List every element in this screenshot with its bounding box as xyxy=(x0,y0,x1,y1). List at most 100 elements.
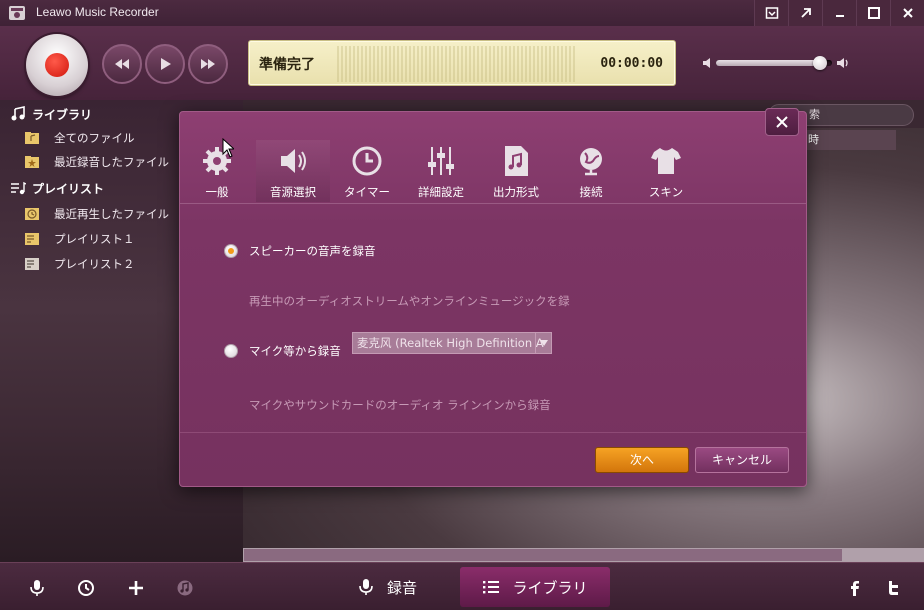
playlist-icon xyxy=(11,181,26,195)
sidebar-item-label: 最近録音したファイル xyxy=(54,155,169,169)
dialog-close-button[interactable] xyxy=(765,108,799,136)
external-link-icon xyxy=(800,8,811,18)
player-bar: 準備完了 00:00:00 xyxy=(0,26,924,100)
speaker-icon xyxy=(281,149,306,173)
music-disc-icon[interactable] xyxy=(176,579,194,597)
tab-label: 出力形式 xyxy=(493,185,539,199)
sidebar-item-all-files[interactable]: 全てのファイル xyxy=(24,128,135,148)
bottom-bar: 録音 ライブラリ xyxy=(0,562,924,610)
share-button[interactable] xyxy=(788,0,822,26)
playlist-file-icon xyxy=(25,233,39,245)
mic-option-description: マイクやサウンドカードのオーディオ ラインインから録音 xyxy=(249,398,551,412)
tab-library-label: ライブラリ xyxy=(512,578,588,597)
tab-label: タイマー xyxy=(344,185,390,199)
sidebar-item-recently-played[interactable]: 最近再生したファイル xyxy=(24,204,169,224)
column-header-time[interactable]: 時 xyxy=(806,130,896,150)
music-file-icon xyxy=(505,146,528,176)
tab-record[interactable]: 録音 xyxy=(318,567,456,607)
sidebar-item-recent-recordings[interactable]: 最近録音したファイル xyxy=(24,152,169,172)
add-icon[interactable] xyxy=(127,579,145,597)
sidebar-item-label: プレイリスト１ xyxy=(54,232,135,246)
clock-folder-icon xyxy=(25,208,39,220)
globe-icon xyxy=(580,148,602,176)
close-icon xyxy=(776,116,788,128)
clock-icon xyxy=(352,146,382,176)
radio-speaker-source[interactable] xyxy=(224,244,238,258)
chevron-down-icon xyxy=(535,333,551,353)
microphone-icon xyxy=(359,579,373,595)
sidebar-item-label: 最近再生したファイル xyxy=(54,207,169,221)
volume-low-icon xyxy=(703,58,710,68)
mic-option-label: マイク等から録音 xyxy=(249,344,341,358)
dialog-footer: 次へ キャンセル xyxy=(180,432,806,486)
minimize-button[interactable] xyxy=(822,0,856,26)
play-button[interactable] xyxy=(145,44,185,84)
maximize-icon xyxy=(867,7,880,19)
tab-label: 音源選択 xyxy=(270,185,316,199)
rewind-icon xyxy=(115,59,129,69)
microphone-icon[interactable] xyxy=(28,579,46,597)
tab-record-label: 録音 xyxy=(386,578,417,597)
tab-label: スキン xyxy=(648,185,684,199)
dialog-content: スピーカーの音声を録音 再生中のオーディオストリームやオンラインミュージックを録… xyxy=(180,206,806,432)
twitter-icon[interactable] xyxy=(884,579,902,597)
tab-output-format[interactable]: 出力形式 xyxy=(479,140,553,202)
radio-mic-source[interactable] xyxy=(224,344,238,358)
next-button[interactable]: 次へ xyxy=(595,447,689,473)
list-icon xyxy=(483,581,500,594)
cancel-button[interactable]: キャンセル xyxy=(695,447,789,473)
tab-library[interactable]: ライブラリ xyxy=(460,567,610,607)
sliders-icon xyxy=(428,147,454,175)
tab-connection[interactable]: 接続 xyxy=(554,140,628,202)
sidebar-item-label: 全てのファイル xyxy=(54,131,135,145)
sidebar-library-header[interactable]: ライブラリ xyxy=(10,104,92,124)
record-dot-icon xyxy=(45,53,69,77)
search-label: 索 xyxy=(809,108,820,121)
playlist-file-icon xyxy=(25,258,39,270)
close-icon xyxy=(902,8,913,18)
close-window-button[interactable] xyxy=(890,0,924,26)
tab-source-select[interactable]: 音源選択 xyxy=(256,140,330,202)
level-meter xyxy=(337,46,577,82)
mic-device-select[interactable]: 麦克风 (Realtek High Definition A xyxy=(352,332,552,354)
window-title: Leawo Music Recorder xyxy=(36,5,159,19)
scrollbar-thumb[interactable] xyxy=(244,549,842,561)
volume-slider-fill xyxy=(716,60,821,66)
rewind-button[interactable] xyxy=(102,44,142,84)
record-button[interactable] xyxy=(26,34,88,96)
clock-icon[interactable] xyxy=(77,579,95,597)
app-logo-icon xyxy=(9,6,25,20)
minimize-icon xyxy=(835,15,844,17)
facebook-icon[interactable] xyxy=(846,579,864,597)
settings-dialog: 一般 音源選択 タイマー 詳細設定 出力形式 接続 スキン スピーカーの音声を録… xyxy=(179,111,807,487)
mouse-cursor-icon xyxy=(222,138,234,158)
feedback-button[interactable] xyxy=(754,0,788,26)
sidebar-item-label: プレイリスト２ xyxy=(54,257,135,271)
tab-skin[interactable]: スキン xyxy=(629,140,703,202)
sidebar-item-playlist-2[interactable]: プレイリスト２ xyxy=(24,254,135,274)
sidebar-library-label: ライブラリ xyxy=(32,107,93,122)
mic-device-value: 麦克风 (Realtek High Definition A xyxy=(357,336,544,350)
music-note-icon xyxy=(11,106,25,121)
status-display: 準備完了 00:00:00 xyxy=(248,40,676,86)
status-text: 準備完了 xyxy=(259,57,315,73)
speaker-option-label: スピーカーの音声を録音 xyxy=(249,244,376,258)
tab-label: 一般 xyxy=(205,185,229,199)
speaker-option-description: 再生中のオーディオストリームやオンラインミュージックを録 xyxy=(249,294,570,308)
maximize-button[interactable] xyxy=(856,0,890,26)
fast-forward-icon xyxy=(201,59,215,69)
volume-slider[interactable] xyxy=(716,56,832,70)
tab-general[interactable]: 一般 xyxy=(180,140,254,202)
volume-slider-knob[interactable] xyxy=(813,56,828,70)
sidebar-playlist-label: プレイリスト xyxy=(32,181,105,196)
tab-advanced-settings[interactable]: 詳細設定 xyxy=(404,140,478,202)
title-bar: Leawo Music Recorder xyxy=(0,0,924,26)
sidebar-item-playlist-1[interactable]: プレイリスト１ xyxy=(24,229,135,249)
window-controls xyxy=(754,0,924,26)
inbox-icon xyxy=(765,7,778,19)
dialog-tab-bar: 一般 音源選択 タイマー 詳細設定 出力形式 接続 スキン xyxy=(180,136,806,204)
tab-timer[interactable]: タイマー xyxy=(330,140,404,202)
tab-label: 詳細設定 xyxy=(418,185,464,199)
fast-forward-button[interactable] xyxy=(188,44,228,84)
sidebar-playlist-header[interactable]: プレイリスト xyxy=(10,178,104,198)
